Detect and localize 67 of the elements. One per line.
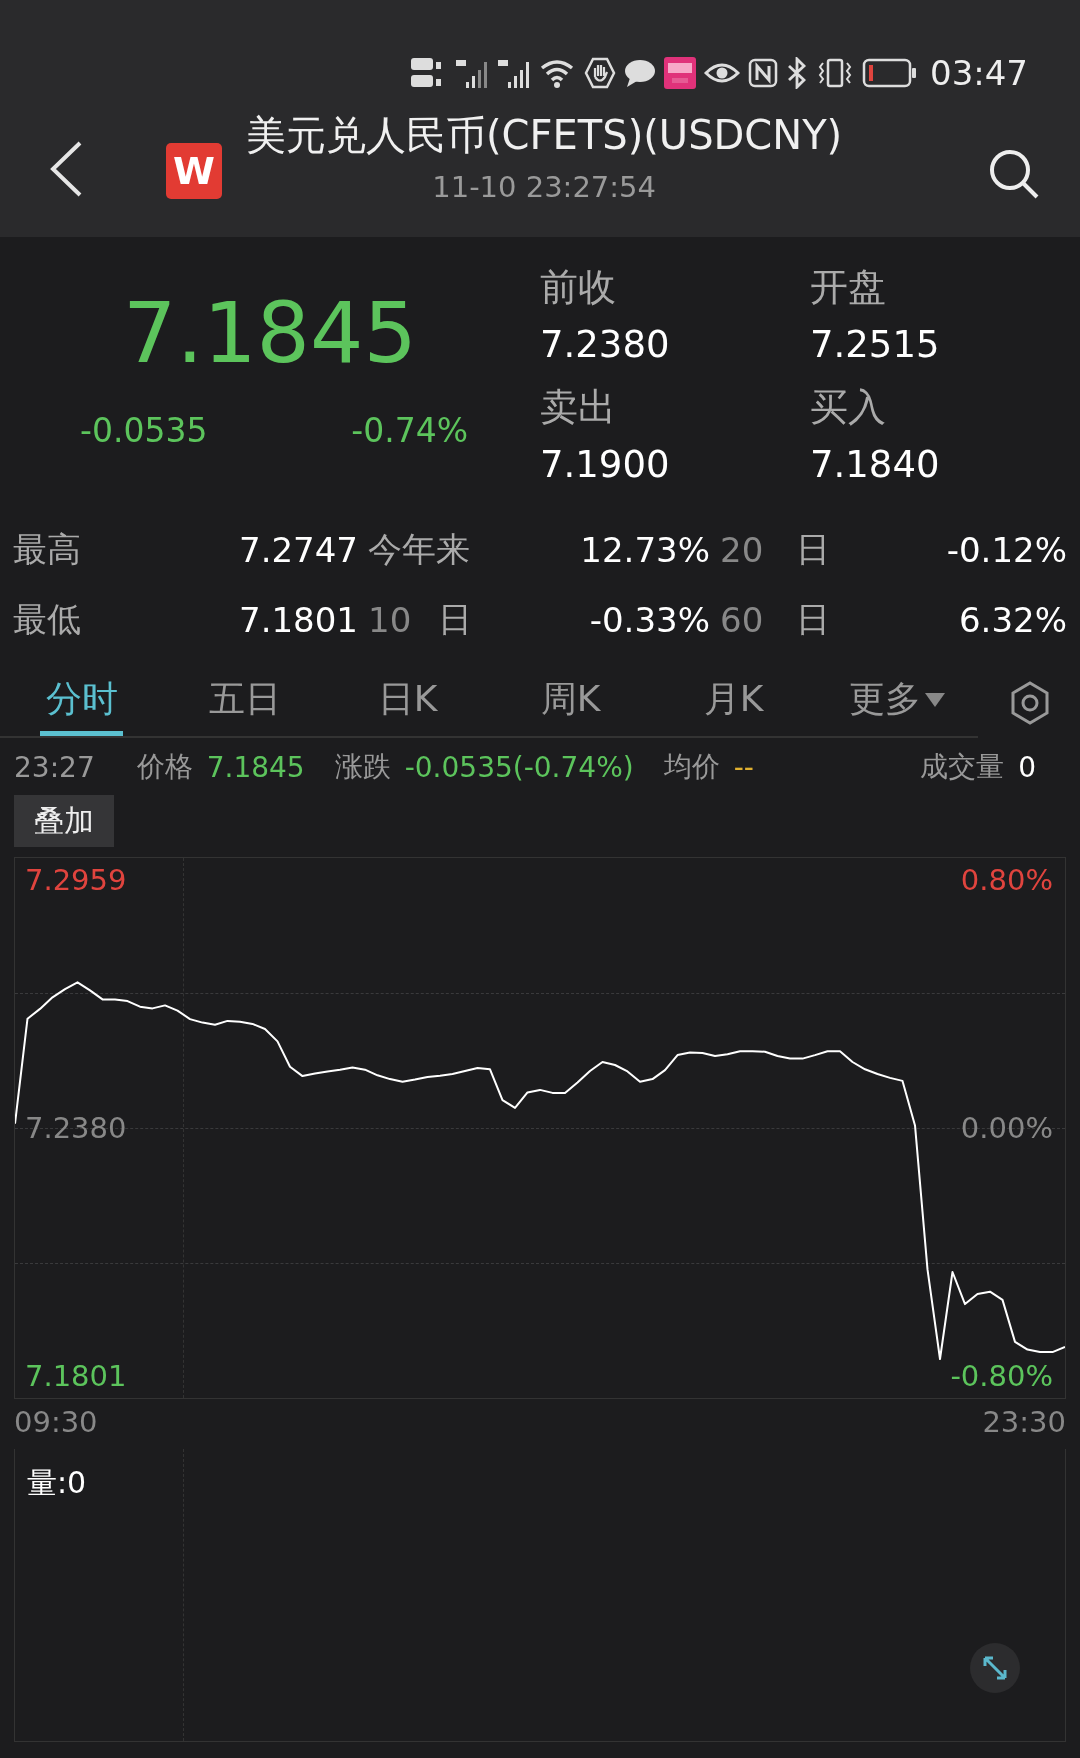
stat-text: -0.33% [588,600,710,640]
percent-axis-label: 0.00% [960,1111,1053,1145]
price: 7.1845 [122,285,418,381]
percent-axis-label: 0.80% [960,862,1053,897]
stat-text: 20 [719,530,765,570]
time-axis-label: 23:30 [982,1405,1066,1439]
price-change-percent: -0.74% [351,411,468,450]
y-axis-label: 7.2380 [25,1111,127,1145]
field-value: 7.2515 [810,322,941,368]
cursor-time: 23:27 [14,750,95,784]
chart-tab[interactable]: 日K [366,668,449,736]
settings-icon[interactable] [1010,681,1050,725]
battery-icon [862,58,918,88]
field-label: 卖出 [540,384,617,431]
search-icon[interactable] [988,148,1040,200]
stat-text: 6.32% [958,600,1067,640]
info-value: 0 [1018,750,1036,784]
field-value: 7.1840 [810,442,941,488]
stat-text: 60 [719,600,765,640]
info-value: 7.1845 [206,750,305,784]
clock-time: 03:47 [930,53,1028,93]
stat-text: 10 [367,600,408,640]
app-icon [664,57,696,89]
stat-text: 日 [795,528,831,571]
vibrate-icon [816,57,854,89]
stat-text: 7.2747 [238,530,358,570]
info-label: 均价 [663,749,720,785]
nfc-icon [748,58,778,88]
info-label: 成交量 [920,749,1005,785]
timestamp: 11-10 23:27:54 [432,170,656,204]
info-label: 价格 [136,749,193,785]
stat-text: 最低 [13,598,82,641]
info-value: -0.0535(-0.74%) [404,750,634,784]
info-label: 涨跌 [334,749,391,785]
y-axis-label: 7.2959 [25,862,127,897]
stat-text: 最高 [13,528,82,571]
percent-axis-label: -0.80% [950,1359,1053,1394]
stat-text: 日 [437,598,473,641]
app-logo: W [166,143,222,199]
field-label: 买入 [810,384,887,431]
field-value: 7.2380 [540,322,671,368]
y-axis-label: 7.1801 [25,1359,127,1394]
info-value: -- [733,750,754,784]
time-axis-label: 09:30 [14,1405,98,1439]
stat-text: 7.1801 [238,600,358,640]
chart-tab[interactable]: 月K [692,668,775,736]
bluetooth-icon [786,57,808,89]
stat-text: 12.73% [579,530,710,570]
field-label: 前收 [540,264,617,311]
stat-text: 今年来 [367,528,471,571]
page-title: 美元兑人民币(CFETS)(USDCNY) [246,111,843,160]
back-icon[interactable] [48,140,84,198]
price-change: -0.0535 [80,411,208,450]
chart-tab[interactable]: 五日 [203,668,286,736]
hand-icon [584,57,616,89]
caret-icon [924,692,945,707]
stat-text: -0.12% [945,530,1067,570]
chat-icon [624,58,656,88]
expand-icon[interactable] [970,1643,1020,1693]
field-value: 7.1900 [540,442,671,488]
chart-tab[interactable]: 周K [529,668,612,736]
volume-label: 量:0 [27,1464,87,1502]
overlay-button[interactable]: 叠加 [14,795,114,847]
stat-text: 日 [795,598,831,641]
field-label: 开盘 [810,264,887,311]
chart-tab[interactable]: 更多 [825,668,968,736]
chart-tab[interactable]: 分时 [40,668,123,736]
